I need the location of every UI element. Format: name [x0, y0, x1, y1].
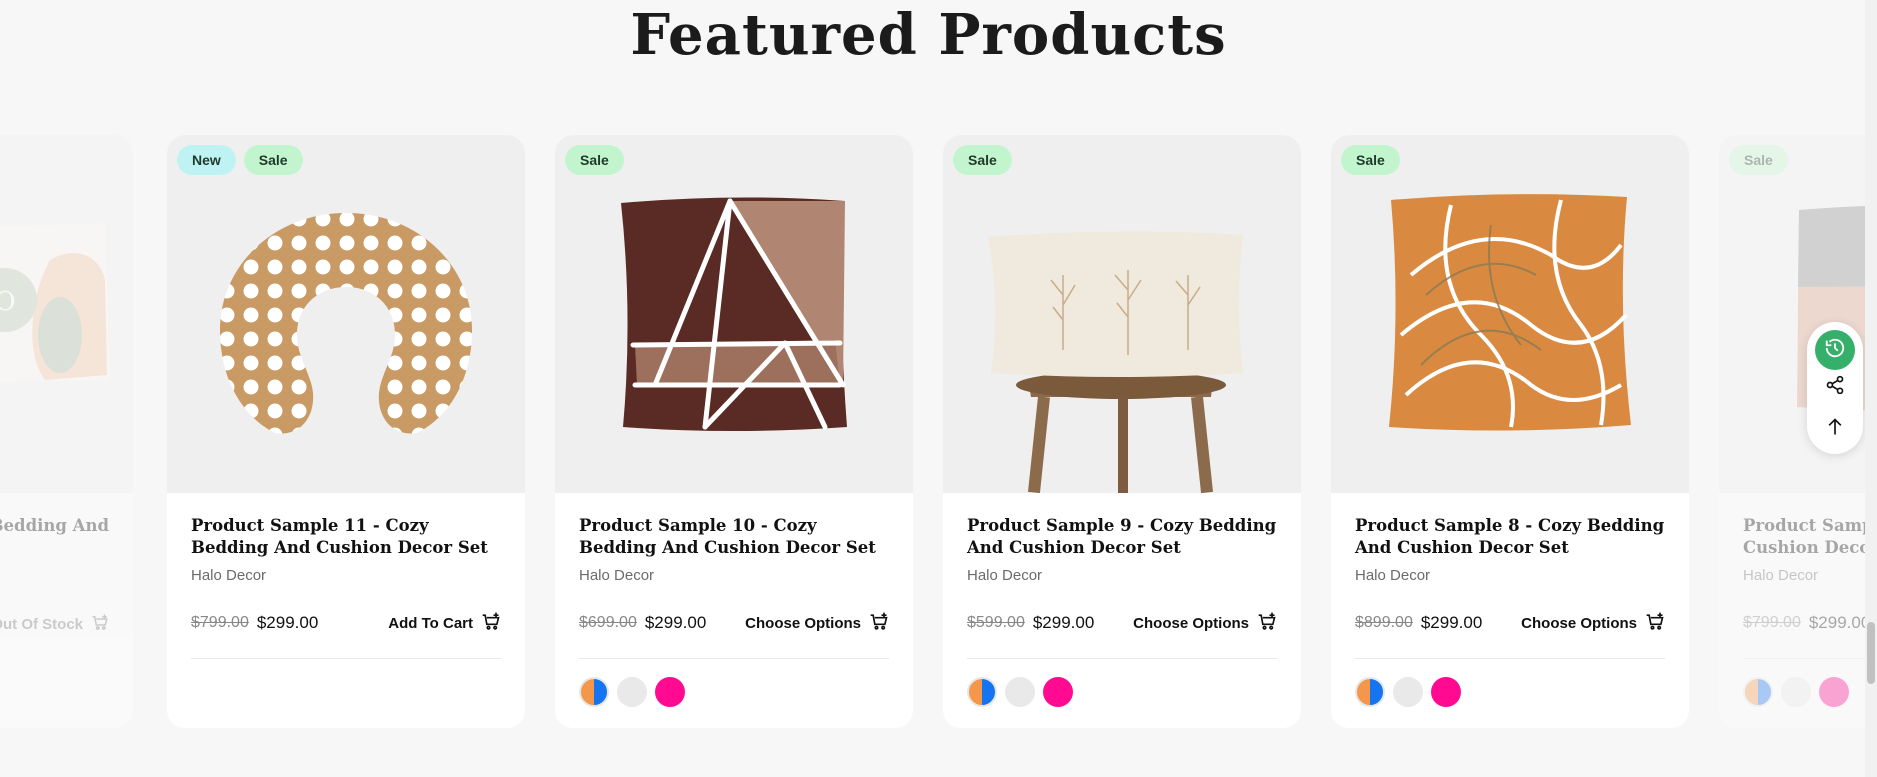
compare-at-price: $699.00 — [579, 614, 637, 631]
swatch-grey[interactable] — [1781, 677, 1811, 707]
section-title: Featured Products — [630, 2, 1227, 68]
compare-at-price: $599.00 — [967, 614, 1025, 631]
sale-price: $299.00 — [1808, 613, 1865, 632]
share-icon — [1825, 375, 1845, 400]
cta-label: Choose Options — [1133, 614, 1249, 632]
cta-label: Choose Options — [1521, 614, 1637, 632]
cart-icon — [481, 611, 501, 635]
swatch-orange-blue[interactable] — [967, 677, 997, 707]
sale-price: $299.00 — [1420, 613, 1483, 632]
product-image[interactable]: O — [0, 135, 133, 493]
swatch-orange-blue[interactable] — [1743, 677, 1773, 707]
product-brand[interactable]: Halo Decor — [967, 567, 1277, 584]
product-image[interactable]: Sale — [1331, 135, 1689, 493]
sale-badge: Sale — [243, 145, 303, 175]
product-name[interactable]: Product Sample 10 - Cozy Bedding And Cus… — [579, 515, 889, 559]
cta-label: Choose Options — [745, 614, 861, 632]
swatch-pink[interactable] — [1043, 677, 1073, 707]
sale-badge: Sale — [565, 145, 624, 175]
sale-badge: Sale — [1729, 145, 1788, 175]
divider — [191, 658, 501, 659]
product-card[interactable]: O Bedding And Out Of Stock — [0, 135, 133, 728]
sale-badge: Sale — [1341, 145, 1400, 175]
product-name[interactable]: Product Sample Cushion Decor — [1743, 515, 1865, 559]
cart-icon — [869, 611, 889, 635]
swatch-pink[interactable] — [1819, 677, 1849, 707]
swatch-grey[interactable] — [1393, 677, 1423, 707]
compare-at-price: $799.00 — [191, 614, 249, 631]
swatch-orange-blue[interactable] — [1355, 677, 1385, 707]
choose-options-button[interactable]: Choose Options — [1521, 611, 1665, 635]
product-card[interactable]: New Sale Product Sample 11 - Cozy Beddin… — [167, 135, 525, 728]
sale-price: $299.00 — [1032, 613, 1095, 632]
product-name[interactable]: Product Sample 9 - Cozy Bedding And Cush… — [967, 515, 1277, 559]
divider — [579, 658, 889, 659]
swatch-pink[interactable] — [1431, 677, 1461, 707]
swatch-grey[interactable] — [617, 677, 647, 707]
product-name[interactable]: Product Sample 11 - Cozy Bedding And Cus… — [191, 515, 501, 559]
swatch-orange-blue[interactable] — [579, 677, 609, 707]
cta-label: Out Of Stock — [0, 615, 83, 633]
share-button[interactable] — [1815, 367, 1855, 407]
recently-viewed-button[interactable] — [1815, 330, 1855, 370]
color-swatches — [967, 677, 1277, 707]
cart-icon — [1645, 611, 1665, 635]
scrollbar-thumb[interactable] — [1867, 622, 1875, 684]
swatch-pink[interactable] — [655, 677, 685, 707]
product-brand[interactable]: Halo Decor — [1743, 567, 1865, 584]
sale-badge: Sale — [953, 145, 1012, 175]
compare-at-price: $799.00 — [1743, 614, 1801, 631]
product-card[interactable]: Sale Product Sample 10 - Cozy Bedding An… — [555, 135, 913, 728]
product-brand[interactable]: Halo Decor — [1355, 567, 1665, 584]
product-card[interactable]: Sale Product Sample 9 - Cozy Bedding And… — [943, 135, 1301, 728]
cta-label: Add To Cart — [388, 614, 473, 632]
color-swatches — [1355, 677, 1665, 707]
choose-options-button[interactable]: Choose Options — [1133, 611, 1277, 635]
product-image[interactable]: Sale — [943, 135, 1301, 494]
product-name[interactable]: Bedding And — [0, 515, 109, 537]
out-of-stock-button[interactable]: Out Of Stock — [0, 613, 109, 635]
choose-options-button[interactable]: Choose Options — [745, 611, 889, 635]
swatch-grey[interactable] — [1005, 677, 1035, 707]
cart-icon — [91, 613, 109, 635]
product-carousel[interactable]: O Bedding And Out Of Stock New Sale Prod… — [0, 135, 1865, 730]
product-image[interactable]: Sale — [555, 135, 913, 493]
cart-icon — [1257, 611, 1277, 635]
add-to-cart-button[interactable]: Add To Cart — [388, 611, 501, 635]
divider — [1355, 658, 1665, 659]
divider — [967, 658, 1277, 659]
recently-viewed-icon — [1824, 337, 1846, 364]
sale-price: $299.00 — [256, 613, 319, 632]
compare-at-price: $899.00 — [1355, 614, 1413, 631]
product-image[interactable]: New Sale — [167, 135, 525, 493]
sale-price: $299.00 — [644, 613, 707, 632]
product-brand[interactable]: Halo Decor — [579, 567, 889, 584]
divider — [1743, 658, 1865, 659]
back-to-top-button[interactable] — [1815, 409, 1855, 449]
color-swatches — [579, 677, 889, 707]
color-swatches — [1743, 677, 1865, 707]
product-card[interactable]: Sale Product Sample 8 - Cozy Bedding And… — [1331, 135, 1689, 728]
floating-toolbar — [1807, 322, 1863, 454]
svg-text:O: O — [0, 287, 16, 317]
product-name[interactable]: Product Sample 8 - Cozy Bedding And Cush… — [1355, 515, 1665, 559]
scrollbar[interactable] — [1865, 0, 1877, 777]
new-badge: New — [177, 145, 236, 175]
back-to-top-icon — [1825, 417, 1845, 442]
product-brand[interactable]: Halo Decor — [191, 567, 501, 584]
